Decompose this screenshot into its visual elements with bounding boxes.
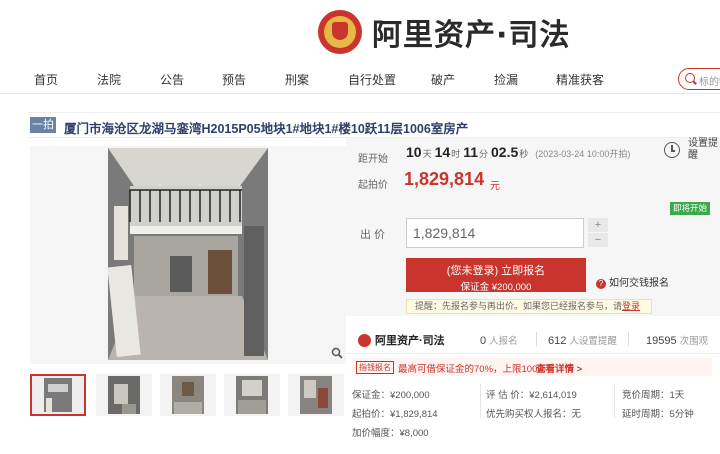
starting-price-unit: 元	[490, 181, 500, 192]
reminder-count-value: 612	[548, 335, 567, 347]
signup-button[interactable]: (您未登录) 立即报名 保证金 ¥200,000	[406, 258, 586, 293]
reminder-count: 612 人设置提醒	[548, 333, 617, 347]
starting-price-label: 起拍价	[358, 180, 388, 191]
thumbnail[interactable]	[30, 374, 86, 416]
alarm-clock-icon	[664, 142, 680, 158]
site-header: 阿里资产·司法	[0, 0, 720, 62]
priority-buyer-detail: 优先购买权人报名：无	[486, 409, 582, 420]
set-reminder-button[interactable]: 设置提醒	[664, 138, 720, 162]
countdown-minutes: 11	[463, 144, 478, 160]
reminder-label: 设置提醒	[688, 138, 718, 161]
thumbnail[interactable]	[160, 374, 216, 416]
countdown-seconds: 02.5	[491, 144, 519, 160]
deposit-loan-promo: 指钱报名 最高可借保证金的70%，上限100万 查看详情 >	[352, 358, 712, 376]
signup-count-label: 人报名	[489, 336, 518, 347]
item-title-bar: 一拍 厦门市海沧区龙湖马銮湾H2015P05地块1#地块1#楼10跃11层100…	[28, 112, 720, 138]
divider	[614, 384, 615, 418]
nav-item-criminal[interactable]: 刑案	[285, 71, 309, 88]
starting-price-value: 1,829,814	[404, 169, 485, 189]
nav-item-self-disposal[interactable]: 自行处置	[348, 71, 396, 88]
how-to-pay-link[interactable]: ? 如何交钱报名	[596, 274, 669, 289]
search-placeholder: 标的物	[699, 77, 720, 88]
decrease-bid-button[interactable]: −	[588, 233, 608, 247]
thumbnail[interactable]	[224, 374, 280, 416]
stats-brand: 阿里资产·司法	[358, 332, 445, 348]
auction-start-time: (2023-03-24 10:00开拍)	[535, 149, 631, 159]
start-price-detail: 起拍价：¥1,829,814	[352, 409, 438, 420]
signup-deposit-label: 保证金 ¥200,000	[460, 282, 532, 293]
zoom-icon[interactable]	[331, 347, 343, 359]
court-emblem-icon	[318, 10, 362, 54]
brand-name: 阿里资产·司法	[372, 18, 571, 53]
delay-cycle-detail: 延时周期：5分钟	[622, 409, 694, 420]
countdown-days: 10	[406, 144, 422, 160]
login-link[interactable]: 登录	[622, 301, 640, 311]
countdown-seconds-unit: 秒	[519, 149, 529, 159]
search-box[interactable]: 标的物	[678, 68, 720, 90]
reminder-count-label: 人设置提醒	[569, 336, 617, 347]
view-count-label: 次围观	[679, 336, 709, 347]
countdown-days-unit: 天	[422, 149, 432, 159]
how-to-pay-label: 如何交钱报名	[609, 278, 669, 289]
nav-item-bargain[interactable]: 捡漏	[494, 71, 518, 88]
main-photo[interactable]	[30, 146, 346, 364]
countdown-hours: 14	[434, 144, 451, 160]
stats-brand-name: 阿里资产·司法	[375, 335, 445, 347]
nav-item-court[interactable]: 法院	[97, 71, 121, 88]
countdown-label: 距开始	[358, 154, 388, 165]
brand-logo[interactable]: 阿里资产·司法	[318, 10, 570, 54]
nav-item-preview[interactable]: 预告	[222, 71, 246, 88]
login-tip: 提醒：先报名参与再出价。如果您已经报名参与，请登录	[406, 299, 652, 314]
deposit-detail: 保证金：¥200,000	[352, 390, 430, 401]
bidding-cycle-detail: 竞价周期：1天	[622, 390, 685, 401]
signup-count-value: 0	[480, 335, 487, 347]
login-tip-text: 提醒：先报名参与再出价。如果您已经报名参与，请	[415, 301, 623, 311]
nav-item-customers[interactable]: 精准获客	[556, 71, 604, 88]
divider	[628, 332, 629, 346]
appraisal-detail: 评 估 价：¥2,614,019	[486, 390, 577, 401]
promo-text: 最高可借保证金的70%，上限100万	[398, 364, 547, 375]
divider	[480, 384, 481, 418]
signup-count: 0 人报名	[480, 333, 518, 347]
view-count-value: 19595	[646, 335, 677, 347]
nav-item-bankruptcy[interactable]: 破产	[431, 71, 455, 88]
promo-tag: 指钱报名	[356, 361, 394, 374]
main-nav: 首页 法院 公告 预告 刑案 自行处置 破产 捡漏 精准获客 标的物	[0, 64, 720, 94]
thumbnail[interactable]	[96, 374, 152, 416]
bid-amount-input[interactable]	[406, 218, 584, 248]
increment-detail: 加价幅度：¥8,000	[352, 428, 429, 439]
countdown-minutes-unit: 分	[479, 149, 489, 159]
countdown-timer: 10 天 14 时 11 分 02.5 秒 (2023-03-24 10:00开…	[406, 144, 630, 160]
increase-bid-button[interactable]: +	[588, 218, 608, 232]
view-count: 19595 次围观	[646, 333, 708, 347]
property-photo	[30, 146, 346, 364]
auction-round-tag: 一拍	[30, 117, 56, 133]
item-title: 厦门市海沧区龙湖马銮湾H2015P05地块1#地块1#楼10跃11层1006室房…	[64, 122, 469, 136]
nav-item-notice[interactable]: 公告	[160, 71, 184, 88]
thumbnail-strip	[30, 374, 350, 418]
search-icon	[685, 73, 695, 83]
countdown-hours-unit: 时	[451, 149, 461, 159]
signup-button-label: (您未登录) 立即报名	[446, 265, 546, 277]
bid-label: 出 价	[360, 229, 386, 241]
nav-item-home[interactable]: 首页	[34, 71, 58, 88]
thumbnail[interactable]	[288, 374, 344, 416]
status-badge: 即将开始	[670, 202, 710, 215]
divider	[536, 332, 537, 346]
help-icon: ?	[596, 279, 606, 289]
brand-emblem-icon	[358, 333, 371, 347]
promo-details-link[interactable]: 查看详情 >	[536, 361, 582, 375]
